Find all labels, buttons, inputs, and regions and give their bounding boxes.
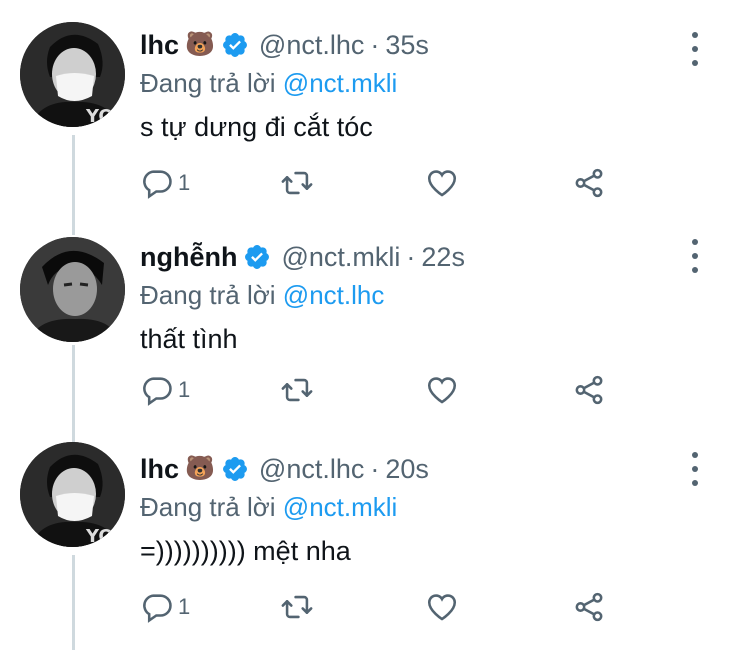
- retweet-icon: [281, 171, 313, 195]
- more-options-icon[interactable]: [680, 452, 710, 486]
- retweet-button[interactable]: [280, 373, 314, 407]
- bear-emoji: 🐻: [185, 455, 215, 482]
- share-button[interactable]: [572, 373, 606, 407]
- separator: ·: [406, 242, 416, 272]
- heart-icon: [427, 594, 457, 621]
- svg-text:YO: YO: [85, 106, 114, 127]
- tweet[interactable]: YO lhc 🐻 @nct.lhc · 20s Đang trả lời @nc…: [0, 440, 750, 650]
- separator: ·: [370, 454, 380, 484]
- reply-count: 1: [178, 594, 191, 619]
- handle[interactable]: @nct.mkli: [281, 240, 400, 274]
- tweet-text: thất tình: [140, 324, 238, 354]
- reply-icon: [143, 594, 172, 623]
- reply-prefix: Đang trả lời: [140, 280, 276, 310]
- reply-button[interactable]: 1: [140, 373, 190, 407]
- mention-link[interactable]: @nct.mkli: [283, 492, 398, 522]
- share-icon: [575, 168, 603, 198]
- reply-count: 1: [178, 377, 191, 402]
- reply-button[interactable]: 1: [140, 590, 190, 624]
- timestamp[interactable]: 35s: [385, 28, 429, 62]
- mention-link[interactable]: @nct.lhc: [283, 280, 385, 310]
- reply-icon: [143, 377, 172, 406]
- avatar[interactable]: YO: [20, 22, 125, 127]
- tweet[interactable]: nghễnh @nct.mkli · 22s Đang trả lời @nct…: [0, 225, 750, 440]
- handle[interactable]: @nct.lhc: [259, 28, 364, 62]
- share-button[interactable]: [572, 166, 606, 200]
- separator: ·: [370, 30, 380, 60]
- retweet-icon: [281, 378, 313, 402]
- reply-prefix: Đang trả lời: [140, 492, 276, 522]
- tweet[interactable]: YO lhc 🐻 @nct.lhc · 35s Đang trả lời @nc…: [0, 0, 750, 225]
- reply-icon: [143, 170, 172, 199]
- heart-icon: [427, 170, 457, 197]
- timestamp[interactable]: 22s: [421, 240, 465, 274]
- like-button[interactable]: [425, 373, 459, 407]
- display-name[interactable]: lhc: [140, 28, 179, 62]
- like-button[interactable]: [425, 166, 459, 200]
- avatar[interactable]: [20, 237, 125, 342]
- more-options-icon[interactable]: [680, 239, 710, 273]
- tweet-text: s tự dưng đi cắt tóc: [140, 112, 373, 142]
- like-button[interactable]: [425, 590, 459, 624]
- verified-badge-icon: [245, 245, 270, 269]
- mention-link[interactable]: @nct.mkli: [283, 68, 398, 98]
- timestamp[interactable]: 20s: [385, 452, 429, 486]
- retweet-icon: [281, 595, 313, 619]
- retweet-button[interactable]: [280, 590, 314, 624]
- handle[interactable]: @nct.lhc: [259, 452, 364, 486]
- verified-badge-icon: [222, 457, 247, 481]
- retweet-button[interactable]: [280, 166, 314, 200]
- display-name[interactable]: lhc: [140, 452, 179, 486]
- avatar[interactable]: YO: [20, 442, 125, 547]
- replying-to: Đang trả lời @nct.mkli: [140, 490, 690, 524]
- share-icon: [575, 592, 603, 622]
- replying-to: Đang trả lời @nct.mkli: [140, 66, 690, 100]
- more-options-icon[interactable]: [680, 32, 710, 66]
- share-button[interactable]: [572, 590, 606, 624]
- display-name[interactable]: nghễnh: [140, 240, 237, 274]
- reply-prefix: Đang trả lời: [140, 68, 276, 98]
- replying-to: Đang trả lời @nct.lhc: [140, 278, 690, 312]
- reply-count: 1: [178, 170, 191, 195]
- verified-badge-icon: [222, 33, 247, 57]
- reply-button[interactable]: 1: [140, 166, 190, 200]
- share-icon: [575, 375, 603, 405]
- bear-emoji: 🐻: [185, 31, 215, 58]
- svg-text:YO: YO: [85, 526, 114, 547]
- tweet-text: =)))))))))) mệt nha: [140, 536, 351, 566]
- heart-icon: [427, 377, 457, 404]
